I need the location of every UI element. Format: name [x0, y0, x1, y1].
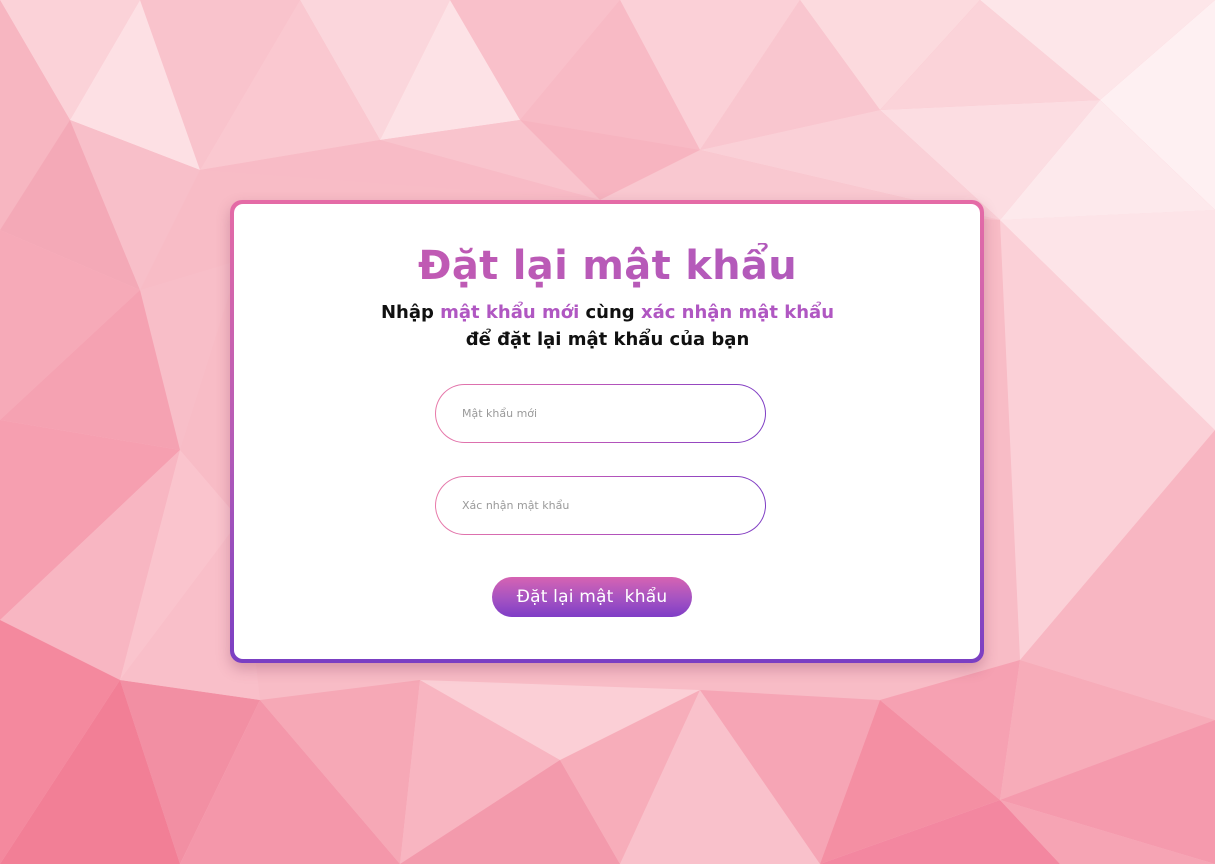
subtitle-line-2: để đặt lại mật khẩu của bạn: [465, 329, 750, 350]
subtitle-highlight-new-password: mật khẩu mới: [440, 302, 580, 323]
subtitle-text-2: cùng: [579, 302, 641, 323]
subtitle-text-1: Nhập: [380, 302, 441, 323]
new-password-input[interactable]: [436, 385, 765, 442]
new-password-field: [435, 384, 766, 443]
confirm-password-field: [435, 476, 766, 535]
subtitle-line-1: Nhập mật khẩu mới cùng xác nhận mật khẩu: [0, 302, 1215, 323]
page-title: Đặt lại mật khẩu: [0, 243, 1215, 289]
subtitle-highlight-confirm-password: xác nhận mật khẩu: [640, 302, 835, 323]
confirm-password-input[interactable]: [436, 477, 765, 534]
reset-password-button[interactable]: Đặt lại mật khẩu: [492, 577, 692, 617]
